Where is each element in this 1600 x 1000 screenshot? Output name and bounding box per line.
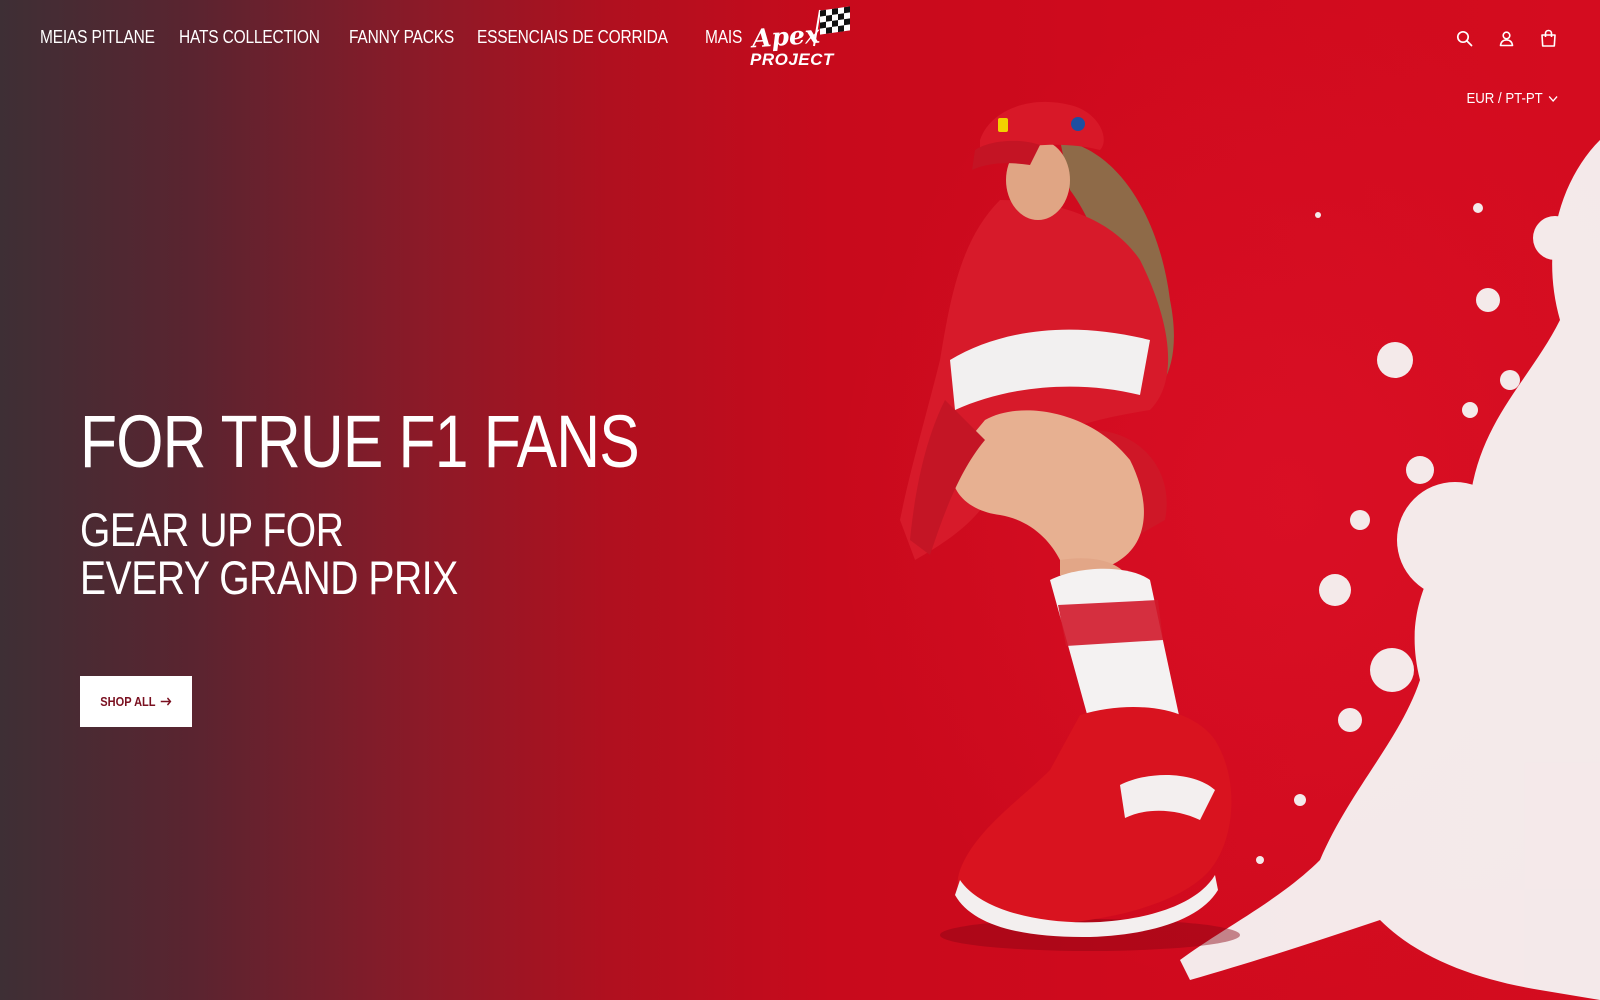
site-header: MEIAS PITLANE HATS COLLECTION FANNY PACK… [0,0,1600,107]
locale-selector[interactable]: EUR / PT-PT [1467,90,1558,107]
logo-text-apex: Apex [751,19,821,54]
nav-item-hats-collection[interactable]: HATS COLLECTION [179,27,320,48]
main-nav: MEIAS PITLANE HATS COLLECTION FANNY PACK… [40,27,743,48]
hero-title: FOR TRUE F1 FANS [80,400,640,483]
locale-label: EUR / PT-PT [1466,90,1544,107]
chevron-down-icon [1548,95,1558,102]
nav-item-mais[interactable]: MAIS [705,27,742,48]
hero-banner: MEIAS PITLANE HATS COLLECTION FANNY PACK… [0,0,1600,1000]
search-icon[interactable] [1454,28,1474,48]
account-icon[interactable] [1496,28,1516,48]
nav-item-essenciais-de-corrida[interactable]: ESSENCIAIS DE CORRIDA [477,27,668,48]
nav-item-meias-pitlane[interactable]: MEIAS PITLANE [40,27,155,48]
hero-image [700,0,1600,1000]
site-logo[interactable]: Apex PROJECT [748,4,856,74]
nav-item-fanny-packs[interactable]: FANNY PACKS [349,27,454,48]
hero-subtitle-line-2: EVERY GRAND PRIX [80,551,458,604]
arrow-right-icon [160,697,172,706]
shop-all-label: SHOP ALL [100,694,156,709]
logo-text-project: PROJECT [750,50,834,69]
cart-icon[interactable] [1538,28,1558,48]
hero-subtitle-line-1: GEAR UP FOR [80,503,344,556]
header-actions [1454,28,1558,48]
hero-subtitle: GEAR UP FOR EVERY GRAND PRIX [80,506,458,602]
shop-all-button[interactable]: SHOP ALL [80,676,192,727]
